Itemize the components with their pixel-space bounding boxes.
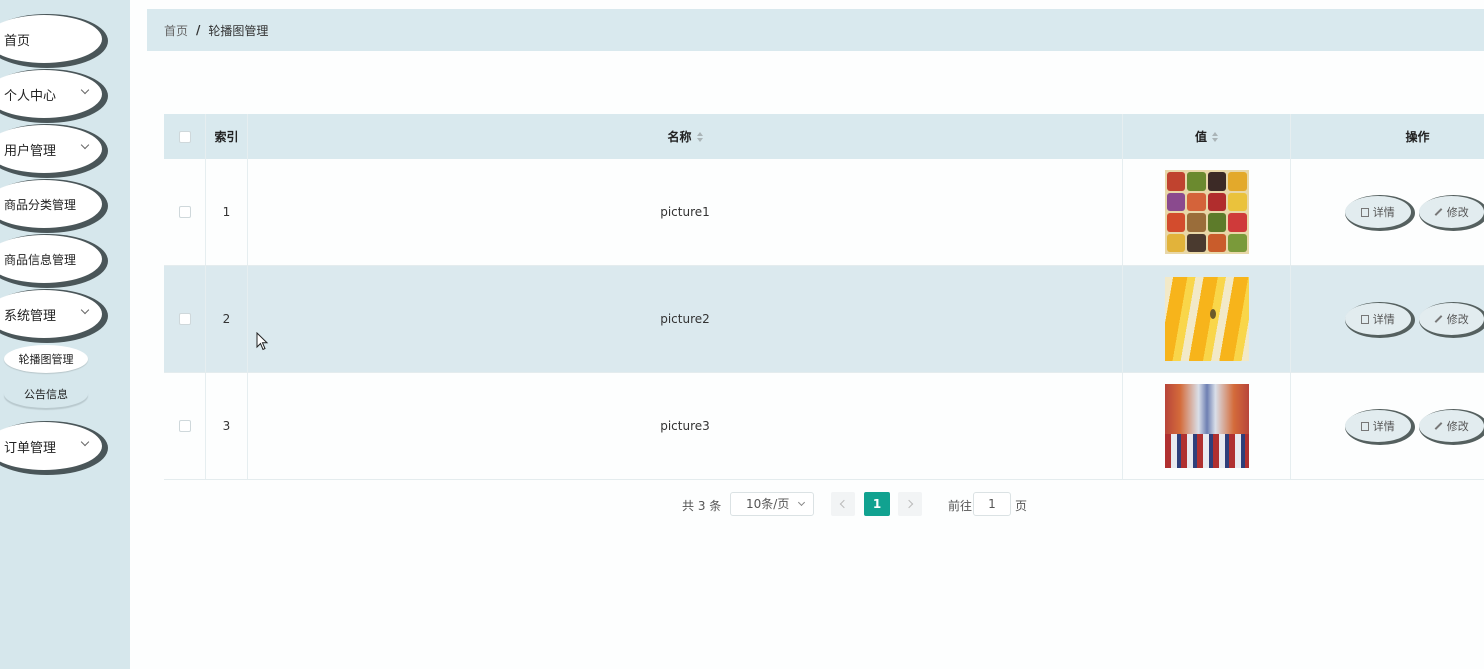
sidebar-subitem-carousel[interactable]: 轮播图管理 (4, 345, 88, 373)
sidebar-item-home[interactable]: 首页 (0, 15, 102, 63)
chevron-down-icon (797, 498, 806, 507)
chevron-down-icon (80, 305, 90, 315)
detail-label: 详情 (1372, 313, 1395, 326)
document-icon (1360, 207, 1369, 217)
prev-page-button[interactable] (831, 492, 855, 516)
sort-icon[interactable] (1212, 131, 1218, 142)
header-name-sortable[interactable]: 名称 (248, 114, 1123, 159)
carousel-table: 索引 名称 值 操作 1 picture1 详情 修改 2 picture2 详… (164, 114, 1484, 480)
header-index: 索引 (214, 130, 239, 144)
sidebar-subitem-label: 轮播图管理 (18, 353, 74, 366)
sidebar-item-label: 订单管理 (4, 440, 57, 456)
edit-button[interactable]: 修改 (1418, 303, 1484, 335)
sidebar-item-user-management[interactable]: 用户管理 (0, 125, 102, 173)
row-checkbox[interactable] (178, 313, 191, 325)
row-index: 2 (222, 312, 231, 326)
breadcrumb-home-link[interactable]: 首页 (164, 22, 188, 39)
row-index: 3 (222, 419, 231, 433)
sidebar-item-label: 商品信息管理 (4, 252, 77, 267)
edit-label: 修改 (1446, 420, 1469, 433)
carousel-image-thumbnail[interactable] (1164, 170, 1249, 254)
next-page-button[interactable] (898, 492, 922, 516)
detail-button[interactable]: 详情 (1345, 196, 1411, 228)
carousel-image-thumbnail[interactable] (1164, 277, 1249, 361)
detail-button[interactable]: 详情 (1345, 410, 1411, 442)
detail-label: 详情 (1372, 420, 1395, 433)
sidebar-item-order-management[interactable]: 订单管理 (0, 422, 102, 470)
select-all-checkbox[interactable] (178, 130, 191, 143)
page-size-select[interactable]: 10条/页 (730, 492, 814, 516)
row-index: 1 (222, 205, 231, 219)
row-name: picture1 (660, 205, 710, 219)
header-value: 值 (1194, 130, 1207, 144)
sidebar-item-label: 商品分类管理 (4, 197, 77, 212)
sidebar-item-category-management[interactable]: 商品分类管理 (0, 180, 102, 228)
edit-icon (1434, 422, 1443, 430)
edit-label: 修改 (1446, 206, 1469, 219)
detail-button[interactable]: 详情 (1345, 303, 1411, 335)
row-name: picture3 (660, 419, 710, 433)
sidebar-item-label: 用户管理 (4, 143, 57, 159)
sort-icon[interactable] (696, 131, 703, 142)
row-checkbox[interactable] (178, 206, 191, 218)
sidebar-item-system-management[interactable]: 系统管理 (0, 290, 102, 338)
table-row: 1 picture1 详情 修改 (164, 159, 1484, 266)
sidebar-item-product-management[interactable]: 商品信息管理 (0, 235, 102, 283)
chevron-down-icon (80, 85, 90, 95)
edit-icon (1434, 315, 1443, 323)
page-unit-label: 页 (1015, 499, 1028, 513)
edit-label: 修改 (1446, 313, 1469, 326)
sidebar-item-label: 首页 (4, 33, 31, 49)
table-row: 2 picture2 详情 修改 (164, 266, 1484, 373)
edit-button[interactable]: 修改 (1418, 410, 1484, 442)
pagination: 共 3 条 10条/页 1 前往 页 (0, 492, 1484, 516)
page-size-value: 10条/页 (746, 497, 790, 511)
header-value-sortable[interactable]: 值 (1123, 114, 1291, 159)
table-row: 3 picture3 详情 修改 (164, 373, 1484, 480)
sidebar-subitem-label: 公告信息 (24, 388, 68, 401)
sidebar-subitem-notice[interactable]: 公告信息 (4, 380, 88, 408)
document-icon (1360, 421, 1369, 431)
current-page-button[interactable]: 1 (864, 492, 890, 516)
chevron-down-icon (80, 140, 90, 150)
sidebar-item-label: 系统管理 (4, 308, 57, 324)
breadcrumb-separator: / (196, 23, 201, 37)
row-name: picture2 (660, 312, 710, 326)
breadcrumb: 首页 / 轮播图管理 (147, 9, 1484, 51)
detail-label: 详情 (1372, 206, 1395, 219)
header-name: 名称 (667, 130, 692, 144)
header-actions: 操作 (1405, 130, 1430, 144)
sidebar: 首页 个人中心 用户管理 商品分类管理 商品信息管理 系统管理 轮播图管理 公告… (0, 0, 130, 669)
breadcrumb-current: 轮播图管理 (208, 23, 269, 38)
pagination-total: 共 3 条 (682, 499, 722, 513)
edit-button[interactable]: 修改 (1418, 196, 1484, 228)
sidebar-item-label: 个人中心 (4, 88, 57, 104)
sidebar-item-personal-center[interactable]: 个人中心 (0, 70, 102, 118)
goto-page-input[interactable] (973, 492, 1011, 516)
goto-label: 前往 (948, 499, 973, 513)
edit-icon (1434, 208, 1443, 216)
chevron-down-icon (80, 437, 90, 447)
carousel-image-thumbnail[interactable] (1164, 384, 1249, 468)
table-header: 索引 名称 值 操作 (164, 114, 1484, 159)
document-icon (1360, 314, 1369, 324)
row-checkbox[interactable] (178, 420, 191, 432)
